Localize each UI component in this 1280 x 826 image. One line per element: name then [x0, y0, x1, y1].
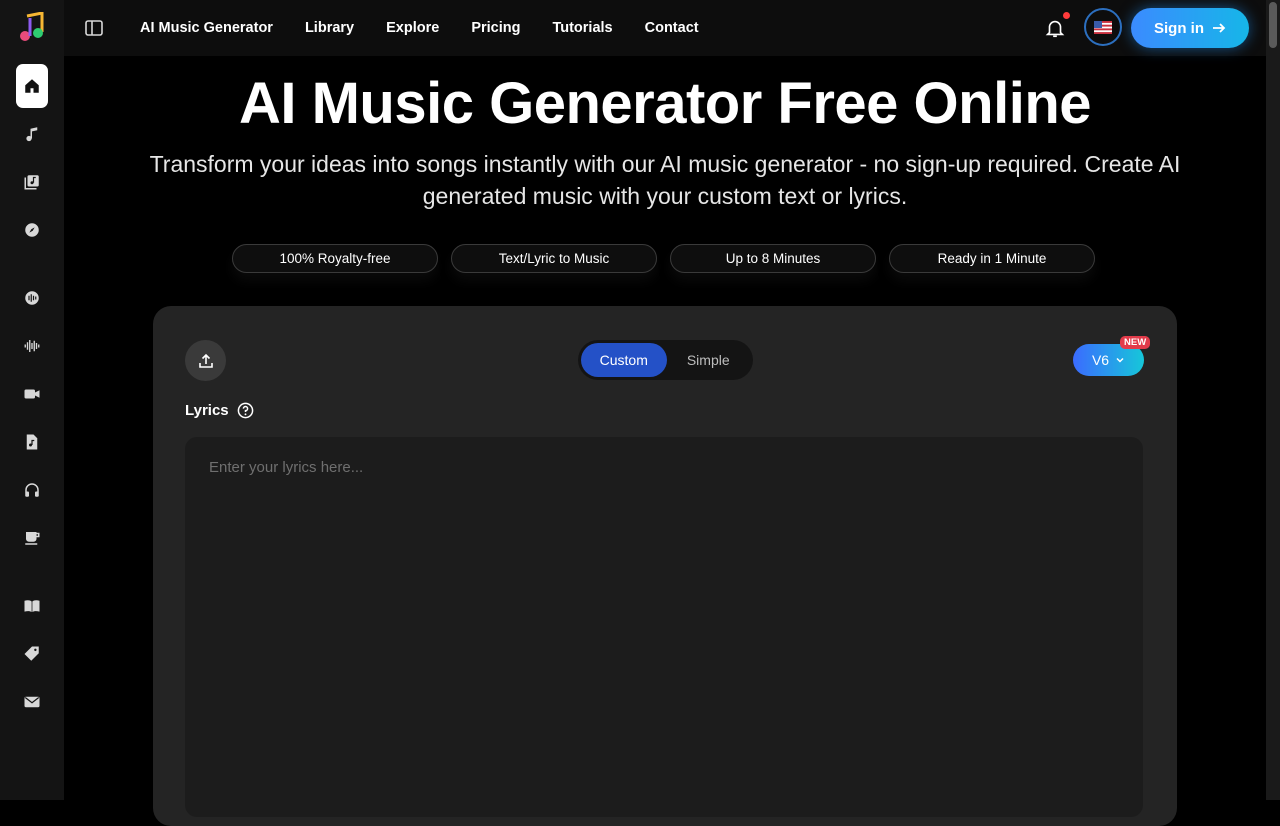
main-nav: AI Music Generator Library Explore Prici… — [140, 0, 731, 56]
logo-icon[interactable] — [18, 12, 46, 44]
top-bar: AI Music Generator Library Explore Prici… — [64, 0, 1266, 56]
sidebar-item-waveform[interactable] — [16, 330, 48, 362]
video-icon — [24, 389, 40, 399]
sign-in-label: Sign in — [1154, 19, 1204, 37]
nav-link-contact[interactable]: Contact — [645, 20, 699, 36]
headphones-icon — [25, 483, 39, 497]
feature-pill-speed: Ready in 1 Minute — [889, 244, 1095, 273]
feature-pill-text-to-music: Text/Lyric to Music — [451, 244, 657, 273]
feature-pills: 100% Royalty-free Text/Lyric to Music Up… — [232, 244, 1095, 273]
music-note-icon — [26, 127, 38, 142]
new-badge: NEW — [1120, 336, 1151, 349]
mail-icon — [24, 696, 40, 708]
arrow-right-icon — [1213, 23, 1226, 33]
feature-pill-duration: Up to 8 Minutes — [670, 244, 876, 273]
sidebar-item-home[interactable] — [16, 64, 48, 108]
upload-button[interactable] — [185, 340, 226, 381]
tag-icon — [24, 646, 39, 661]
mode-simple-tab[interactable]: Simple — [667, 343, 751, 377]
scroll-thumb[interactable] — [1269, 2, 1277, 48]
library-icon — [24, 175, 39, 190]
music-file-icon — [26, 434, 38, 450]
page-subtitle: Transform your ideas into songs instantl… — [149, 151, 1181, 209]
generator-card: Custom Simple V6 NEW Lyrics — [153, 306, 1177, 826]
sidebar-item-tutorials[interactable] — [16, 590, 48, 622]
help-icon[interactable] — [237, 402, 254, 419]
audio-split-icon — [25, 291, 39, 305]
waveform-icon — [24, 340, 40, 352]
sidebar-item-headphones[interactable] — [16, 474, 48, 506]
sidebar-item-explore[interactable] — [16, 214, 48, 246]
sidebar-item-video[interactable] — [16, 378, 48, 410]
sidebar-toggle-icon[interactable] — [84, 18, 104, 38]
bell-icon[interactable] — [1044, 17, 1066, 39]
us-flag-icon — [1094, 20, 1112, 34]
lyrics-input[interactable] — [185, 437, 1143, 817]
sidebar — [0, 0, 64, 800]
nav-link-ai-music-generator[interactable]: AI Music Generator — [140, 20, 273, 36]
sidebar-item-contact[interactable] — [16, 686, 48, 718]
mode-toggle: Custom Simple — [578, 340, 753, 380]
mode-custom-tab[interactable]: Custom — [581, 343, 667, 377]
coffee-icon — [25, 532, 40, 545]
lyrics-label-text: Lyrics — [185, 402, 229, 419]
sidebar-item-music[interactable] — [16, 118, 48, 150]
nav-link-explore[interactable]: Explore — [386, 20, 439, 36]
notification-dot — [1063, 12, 1070, 19]
version-label: V6 — [1091, 352, 1110, 368]
sidebar-item-pricing[interactable] — [16, 638, 48, 670]
language-selector[interactable] — [1084, 8, 1122, 46]
sidebar-item-coffee[interactable] — [16, 522, 48, 554]
sidebar-item-library[interactable] — [16, 166, 48, 198]
lyrics-label: Lyrics — [185, 402, 254, 419]
nav-link-pricing[interactable]: Pricing — [471, 20, 520, 36]
nav-link-tutorials[interactable]: Tutorials — [552, 20, 612, 36]
sidebar-item-music-file[interactable] — [16, 426, 48, 458]
sign-in-button[interactable]: Sign in — [1131, 8, 1249, 48]
book-icon — [24, 600, 40, 612]
feature-pill-royalty-free: 100% Royalty-free — [232, 244, 438, 273]
page-scrollbar[interactable] — [1266, 0, 1280, 800]
upload-icon — [198, 353, 213, 368]
home-icon — [25, 79, 39, 93]
compass-icon — [25, 223, 39, 237]
chevron-down-icon — [1116, 357, 1124, 363]
nav-link-library[interactable]: Library — [305, 20, 354, 36]
sidebar-item-audio-split[interactable] — [16, 282, 48, 314]
page-title: AI Music Generator Free Online — [239, 71, 1092, 136]
